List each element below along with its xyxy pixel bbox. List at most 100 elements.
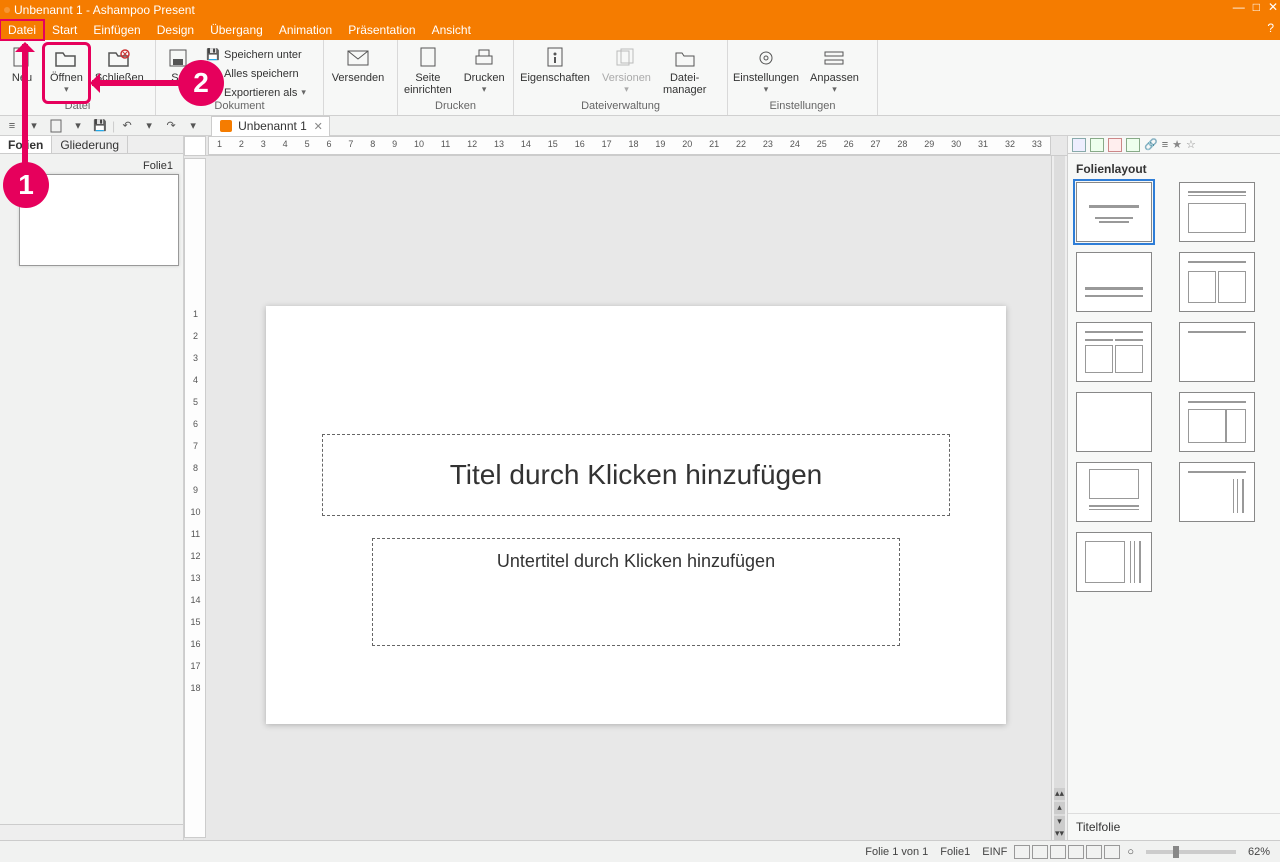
layout-comparison[interactable]: [1076, 322, 1152, 382]
ruler-corner[interactable]: [184, 136, 206, 156]
horizontal-ruler[interactable]: 1234567891011121314151617181920212223242…: [208, 136, 1051, 155]
info-icon: [545, 47, 565, 69]
save-as-button[interactable]: 💾Speichern unter: [206, 46, 306, 63]
qat-redo-drop[interactable]: ▾: [183, 117, 203, 135]
subtitle-placeholder[interactable]: Untertitel durch Klicken hinzufügen: [372, 538, 900, 646]
menu-start[interactable]: Start: [44, 20, 85, 40]
view-normal-icon[interactable]: [1014, 845, 1030, 859]
open-button[interactable]: Öffnen ▾: [44, 44, 89, 102]
tab-gliederung[interactable]: Gliederung: [52, 136, 128, 153]
layout-picture-caption[interactable]: [1076, 462, 1152, 522]
page-icon: [12, 47, 32, 69]
bullet-icon[interactable]: ≡: [1162, 139, 1168, 151]
layout-two-content[interactable]: [1179, 252, 1255, 312]
subtitle-placeholder-text: Untertitel durch Klicken hinzufügen: [497, 551, 775, 571]
window-title: Unbenannt 1 - Ashampoo Present: [14, 3, 195, 17]
qat-redo-icon[interactable]: ↷: [161, 117, 181, 135]
file-manager-button[interactable]: Datei- manager: [657, 44, 712, 102]
layout-tab-icon[interactable]: [1072, 138, 1086, 152]
tab-close-icon[interactable]: ✕: [314, 120, 323, 133]
document-tab[interactable]: Unbenannt 1 ✕: [211, 116, 330, 136]
menu-praesentation[interactable]: Präsentation: [340, 20, 423, 40]
customize-button[interactable]: Anpassen ▾: [804, 44, 865, 102]
link-icon[interactable]: 🔗: [1144, 138, 1158, 151]
color-tab-icon[interactable]: [1126, 138, 1140, 152]
slide-canvas[interactable]: Titel durch Klicken hinzufügen Untertite…: [266, 306, 1006, 724]
settings-button[interactable]: Einstellungen ▾: [728, 44, 804, 102]
close-doc-button[interactable]: Schließen: [89, 44, 150, 102]
page-setup-button[interactable]: Seite einrichten: [398, 44, 458, 102]
statusbar: Folie 1 von 1 Folie1 EINF ○ 62%: [0, 840, 1280, 862]
title-placeholder[interactable]: Titel durch Klicken hinzufügen: [322, 434, 950, 516]
ribbon-group-doc-label: Dokument: [156, 100, 323, 115]
background-tab-icon[interactable]: [1108, 138, 1122, 152]
qat-menu-icon[interactable]: ≡: [2, 117, 22, 135]
zoom-slider[interactable]: [1146, 850, 1236, 854]
menubar: Datei Start Einfügen Design Übergang Ani…: [0, 20, 1280, 40]
close-icon[interactable]: ✕: [1268, 0, 1278, 14]
properties-button[interactable]: Eigenschaften: [514, 44, 596, 102]
save-all-button[interactable]: 💾Alles speichern: [206, 65, 306, 82]
layout-blank[interactable]: [1076, 392, 1152, 452]
design-tab-icon[interactable]: [1090, 138, 1104, 152]
save-button[interactable]: Sp: [156, 44, 200, 102]
menu-einfuegen[interactable]: Einfügen: [85, 20, 148, 40]
qat-new-icon[interactable]: [46, 117, 66, 135]
gear-icon: [755, 47, 777, 69]
send-button[interactable]: Versenden: [324, 44, 392, 102]
menu-design[interactable]: Design: [149, 20, 202, 40]
qat-dropdown-icon[interactable]: ▾: [24, 117, 44, 135]
new-button[interactable]: Neu: [0, 44, 44, 102]
menu-animation[interactable]: Animation: [271, 20, 340, 40]
menu-datei[interactable]: Datei: [0, 20, 44, 40]
layout-panel: 🔗 ≡ ★ ☆ Folienlayout: [1068, 136, 1280, 840]
print-button[interactable]: Drucken ▾: [458, 44, 511, 102]
tab-folien[interactable]: Folien: [0, 136, 52, 153]
view-slideshow-icon[interactable]: [1104, 845, 1120, 859]
layout-content-caption[interactable]: [1179, 392, 1255, 452]
view-notes-icon[interactable]: [1068, 845, 1084, 859]
menu-ansicht[interactable]: Ansicht: [424, 20, 479, 40]
versions-icon: [615, 48, 637, 68]
layout-title-only[interactable]: [1179, 322, 1255, 382]
qat-undo-icon[interactable]: ↶: [117, 117, 137, 135]
customize-icon: [823, 48, 845, 68]
ribbon-group-print-label: Drucken: [398, 100, 513, 115]
view-reading-icon[interactable]: [1086, 845, 1102, 859]
status-slide-name: Folie1: [934, 846, 976, 858]
zoom-out-icon[interactable]: ○: [1121, 846, 1140, 858]
slide-thumbnail-1[interactable]: [19, 174, 179, 266]
status-slide-of: Folie 1 von 1: [859, 846, 934, 858]
scroll-down-icon[interactable]: ▾: [1054, 816, 1065, 828]
right-toolbar: 🔗 ≡ ★ ☆: [1068, 136, 1280, 154]
versions-button[interactable]: Versionen ▾: [596, 44, 657, 102]
layout-section-header[interactable]: [1076, 252, 1152, 312]
current-layout-label: Titelfolie: [1068, 813, 1280, 840]
vertical-ruler[interactable]: 123456789101112131415161718: [184, 158, 206, 838]
layout-vertical-title[interactable]: [1076, 532, 1152, 592]
titlebar: Unbenannt 1 - Ashampoo Present — □ ✕: [0, 0, 1280, 20]
star-filled-icon[interactable]: ★: [1172, 138, 1182, 151]
prev-slide-icon[interactable]: ▴▴: [1054, 788, 1065, 800]
view-sorter-icon[interactable]: [1032, 845, 1048, 859]
star-outline-icon[interactable]: ☆: [1186, 138, 1196, 151]
zoom-level[interactable]: 62%: [1242, 846, 1276, 858]
page-setup-icon: [418, 47, 438, 69]
layout-title-slide[interactable]: [1076, 182, 1152, 242]
qat-open-icon[interactable]: ▾: [68, 117, 88, 135]
next-slide-icon[interactable]: ▾▾: [1054, 828, 1065, 840]
qat-undo-drop[interactable]: ▾: [139, 117, 159, 135]
view-outline-icon[interactable]: [1050, 845, 1066, 859]
vertical-scrollbar[interactable]: ▴▴ ▴ ▾ ▾▾: [1051, 156, 1067, 840]
minimize-icon[interactable]: —: [1233, 0, 1245, 14]
save-icon: [168, 48, 188, 68]
help-icon[interactable]: ?: [1267, 21, 1274, 35]
qat-save-icon[interactable]: 💾: [90, 117, 110, 135]
maximize-icon[interactable]: □: [1253, 0, 1260, 14]
menu-uebergang[interactable]: Übergang: [202, 20, 271, 40]
layout-vertical-text[interactable]: [1179, 462, 1255, 522]
export-as-button[interactable]: ⇲Exportieren als ▾: [206, 84, 306, 101]
scroll-up-icon[interactable]: ▴: [1054, 802, 1065, 814]
layout-title-content[interactable]: [1179, 182, 1255, 242]
canvas[interactable]: Titel durch Klicken hinzufügen Untertite…: [206, 156, 1051, 840]
